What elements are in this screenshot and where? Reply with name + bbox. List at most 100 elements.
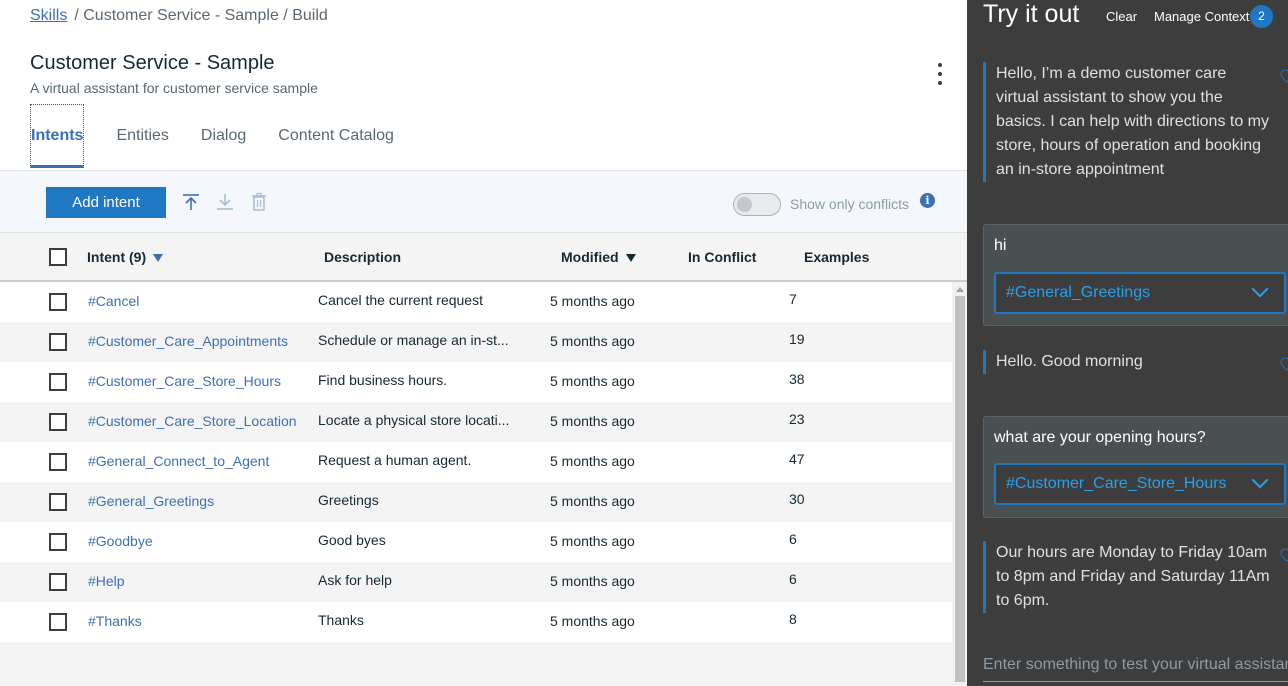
intent-name-link[interactable]: #Thanks: [88, 613, 142, 629]
show-conflicts-label: Show only conflicts: [790, 196, 910, 212]
intent-name-link[interactable]: #Cancel: [88, 293, 139, 309]
tab-dialog[interactable]: Dialog: [201, 104, 246, 168]
chevron-down-icon: [1251, 471, 1269, 489]
column-modified[interactable]: Modified: [561, 249, 636, 265]
column-modified-label: Modified: [561, 249, 619, 265]
row-checkbox[interactable]: [49, 533, 67, 551]
row-checkbox[interactable]: [49, 413, 67, 431]
intent-name-link[interactable]: #Customer_Care_Appointments: [88, 333, 288, 349]
row-checkbox[interactable]: [49, 333, 67, 351]
location-pin-icon[interactable]: [1278, 67, 1288, 83]
upload-icon[interactable]: [181, 192, 201, 212]
intent-select-dropdown[interactable]: #Customer_Care_Store_Hours: [994, 463, 1286, 505]
intent-examples-count: 23: [789, 411, 805, 427]
download-icon[interactable]: [215, 192, 235, 212]
overflow-menu-icon[interactable]: [930, 62, 950, 88]
intent-examples-count: 6: [789, 571, 797, 587]
clear-button[interactable]: Clear: [1106, 9, 1137, 24]
intent-modified: 5 months ago: [550, 333, 635, 349]
sort-down-icon[interactable]: [625, 254, 636, 263]
table-row[interactable]: #Help Ask for help 5 months ago 6: [0, 562, 952, 602]
column-intent-label: Intent (9): [87, 249, 147, 265]
row-checkbox[interactable]: [49, 493, 67, 511]
trash-icon[interactable]: [249, 192, 269, 212]
intent-select-value: #General_Greetings: [1006, 284, 1151, 301]
intent-modified: 5 months ago: [550, 573, 635, 589]
tab-entities[interactable]: Entities: [116, 104, 168, 168]
row-checkbox[interactable]: [49, 573, 67, 591]
intent-examples-count: 8: [789, 611, 797, 627]
table-row[interactable]: #Customer_Care_Store_Location Locate a ph…: [0, 402, 952, 442]
info-icon[interactable]: i: [920, 193, 935, 208]
intent-name-link[interactable]: #Help: [88, 573, 125, 589]
intent-description: Cancel the current request: [318, 292, 483, 308]
intent-name-link[interactable]: #Goodbye: [88, 533, 153, 549]
table-row[interactable]: #Customer_Care_Store_Hours Find business …: [0, 362, 952, 402]
table-row[interactable]: #Cancel Cancel the current request 5 month…: [0, 282, 952, 322]
column-examples: Examples: [804, 249, 870, 265]
bot-message: Hello, I’m a demo customer care virtual …: [983, 62, 1273, 182]
intent-name-link[interactable]: #General_Connect_to_Agent: [88, 453, 269, 469]
tab-bar: Intents Entities Dialog Content Catalog: [30, 104, 426, 170]
intent-description: Find business hours.: [318, 372, 448, 388]
scroll-up-arrow-icon[interactable]: [956, 287, 964, 292]
intent-modified: 5 months ago: [550, 533, 635, 549]
user-message: hi: [994, 237, 1007, 254]
intent-name-link[interactable]: #General_Greetings: [88, 493, 214, 509]
bot-message: Our hours are Monday to Friday 10am to 8…: [983, 541, 1273, 613]
intent-modified: 5 months ago: [550, 613, 635, 629]
intents-table-body: #Cancel Cancel the current request 5 month…: [0, 282, 952, 642]
page-title: Customer Service - Sample: [30, 52, 275, 74]
chevron-down-icon: [1251, 280, 1269, 298]
intent-name-link[interactable]: #Customer_Care_Store_Location: [88, 413, 297, 429]
column-in-conflict: In Conflict: [688, 249, 757, 265]
intent-modified: 5 months ago: [550, 293, 635, 309]
table-row[interactable]: #General_Greetings Greetings 5 months ago 3…: [0, 482, 952, 522]
intent-name-link[interactable]: #Customer_Care_Store_Hours: [88, 373, 281, 389]
column-intent[interactable]: Intent (9): [87, 249, 164, 265]
row-checkbox[interactable]: [49, 373, 67, 391]
tab-content-catalog[interactable]: Content Catalog: [278, 104, 394, 168]
chat-input[interactable]: Enter something to test your virtual ass…: [983, 652, 1288, 682]
table-row[interactable]: #Thanks Thanks 5 months ago 8: [0, 602, 952, 642]
user-message-card: what are your opening hours? #Customer_C…: [983, 416, 1288, 518]
location-pin-icon[interactable]: [1278, 355, 1288, 371]
intent-description: Thanks: [318, 612, 364, 628]
intent-modified: 5 months ago: [550, 493, 635, 509]
row-checkbox[interactable]: [49, 453, 67, 471]
intent-select-dropdown[interactable]: #General_Greetings: [994, 272, 1286, 314]
table-row[interactable]: #General_Connect_to_Agent Request a human…: [0, 442, 952, 482]
scrollbar-thumb[interactable]: [955, 296, 965, 682]
tab-intents[interactable]: Intents: [30, 104, 85, 168]
intent-description: Schedule or manage an in-st...: [318, 332, 509, 348]
column-description: Description: [324, 249, 402, 265]
location-pin-icon[interactable]: [1278, 546, 1288, 562]
select-all-checkbox[interactable]: [49, 248, 67, 266]
table-header: Intent (9) Description Modified In Confl…: [0, 232, 967, 282]
user-message: what are your opening hours?: [994, 429, 1206, 446]
manage-context-button[interactable]: Manage Context: [1154, 9, 1249, 24]
table-row[interactable]: #Customer_Care_Appointments Schedule or m…: [0, 322, 952, 362]
intent-description: Good byes: [318, 532, 386, 548]
add-intent-button[interactable]: Add intent: [46, 187, 166, 218]
row-checkbox[interactable]: [49, 613, 67, 631]
intent-description: Greetings: [318, 492, 379, 508]
table-empty-area: [0, 642, 952, 686]
breadcrumb-path: / Customer Service - Sample / Build: [74, 7, 328, 24]
breadcrumb-skills-link[interactable]: Skills: [30, 7, 67, 24]
context-count-badge: 2: [1250, 5, 1273, 28]
intent-description: Locate a physical store locati...: [318, 412, 510, 428]
intent-examples-count: 38: [789, 371, 805, 387]
table-scrollbar[interactable]: [952, 282, 967, 686]
intent-description: Request a human agent.: [318, 452, 472, 468]
table-row[interactable]: #Goodbye Good byes 5 months ago 6: [0, 522, 952, 562]
intent-modified: 5 months ago: [550, 453, 635, 469]
toggle-knob: [737, 197, 752, 212]
show-conflicts-toggle[interactable]: [733, 193, 781, 216]
intent-examples-count: 19: [789, 331, 805, 347]
user-message-card: hi #General_Greetings: [983, 224, 1288, 326]
row-checkbox[interactable]: [49, 293, 67, 311]
sort-down-icon[interactable]: [153, 254, 164, 263]
try-it-out-panel: Try it out Clear Manage Context 2 Hello,…: [967, 0, 1288, 686]
intent-modified: 5 months ago: [550, 373, 635, 389]
